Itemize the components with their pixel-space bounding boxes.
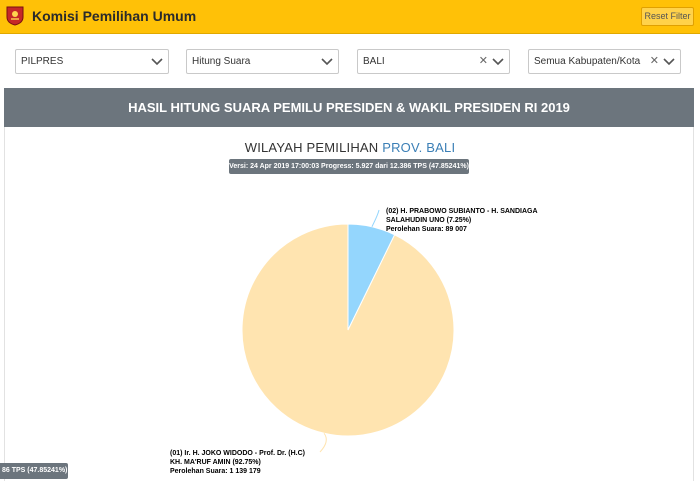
pie-connector-2 bbox=[371, 209, 380, 227]
progress-badge: 86 TPS (47.85241%) bbox=[0, 463, 68, 479]
pie-chart: (02) H. PRABOWO SUBIANTO - H. SANDIAGA SA… bbox=[170, 208, 538, 475]
pie-slice-1[interactable] bbox=[241, 223, 455, 437]
pie-label-1: (01) Ir. H. JOKO WIDODO - Prof. Dr. (H.C… bbox=[170, 450, 305, 475]
pie-connector-1 bbox=[319, 432, 327, 453]
pie-label-2: (02) H. PRABOWO SUBIANTO - H. SANDIAGA SA… bbox=[386, 208, 538, 233]
